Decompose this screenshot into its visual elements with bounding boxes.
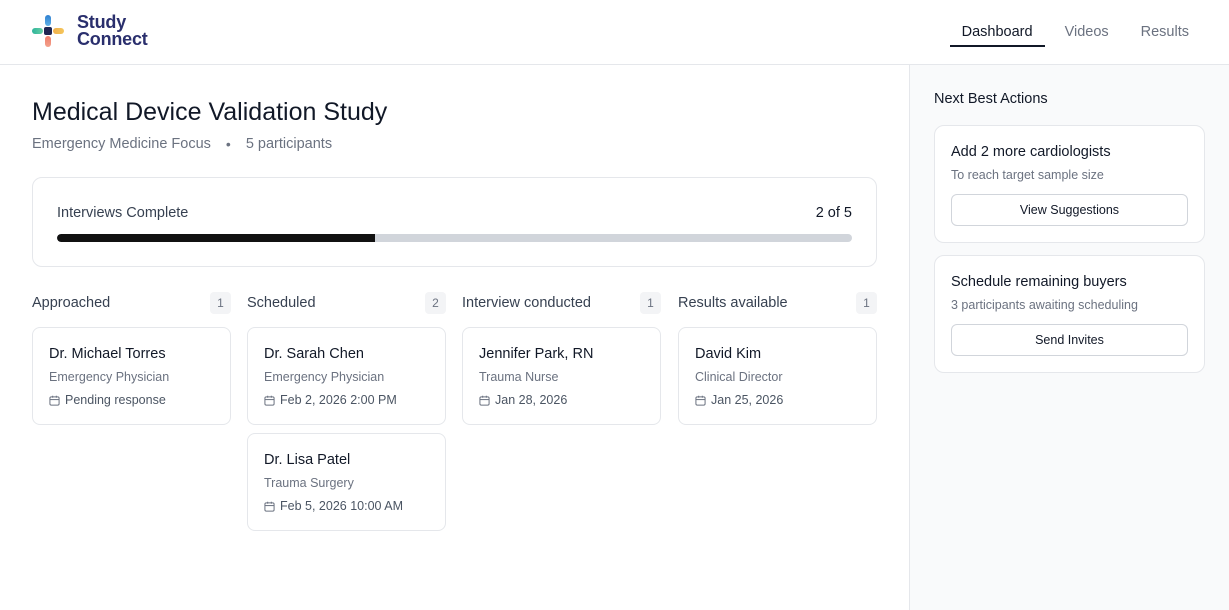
- column-title: Results available: [678, 295, 788, 311]
- participant-card[interactable]: Dr. Lisa Patel Trauma Surgery Feb 5, 202…: [247, 433, 446, 531]
- participant-name: Dr. Sarah Chen: [264, 346, 364, 362]
- nav-tab-videos[interactable]: Videos: [1053, 0, 1121, 64]
- participant-card[interactable]: David Kim Clinical Director Jan 25, 2026: [678, 327, 877, 425]
- participant-card[interactable]: Dr. Michael Torres Emergency Physician P…: [32, 327, 231, 425]
- action-card: Add 2 more cardiologists To reach target…: [934, 125, 1205, 243]
- column-count-badge: 1: [856, 292, 877, 314]
- participant-date: Feb 2, 2026 2:00 PM: [280, 393, 397, 407]
- participant-role: Emergency Physician: [49, 370, 170, 384]
- action-description: 3 participants awaiting scheduling: [951, 298, 1138, 312]
- column-header: Approached 1: [32, 291, 231, 315]
- participant-card[interactable]: Dr. Sarah Chen Emergency Physician Feb 2…: [247, 327, 446, 425]
- calendar-icon: [479, 395, 490, 406]
- progress-count: 2 of 5: [815, 205, 852, 221]
- progress-label: Interviews Complete: [57, 205, 189, 221]
- calendar-icon: [264, 395, 275, 406]
- cross-logo-icon: [32, 14, 64, 48]
- logo-text: Study Connect: [77, 13, 148, 49]
- participant-name: David Kim: [695, 346, 762, 362]
- participant-meta: Feb 5, 2026 10:00 AM: [264, 499, 403, 513]
- calendar-icon: [695, 395, 706, 406]
- participant-status: Pending response: [65, 393, 166, 407]
- sidebar-title: Next Best Actions: [934, 91, 1048, 107]
- pipeline-board: Approached 1 Dr. Michael Torres Emergenc…: [32, 291, 877, 571]
- action-title: Add 2 more cardiologists: [951, 144, 1111, 160]
- view-suggestions-button[interactable]: View Suggestions: [951, 194, 1188, 226]
- participant-meta: Jan 25, 2026: [695, 393, 783, 407]
- action-card: Schedule remaining buyers 3 participants…: [934, 255, 1205, 373]
- study-focus: Emergency Medicine Focus: [32, 136, 211, 152]
- participant-role: Trauma Surgery: [264, 476, 354, 490]
- participant-date: Jan 28, 2026: [495, 393, 568, 407]
- main-content: Medical Device Validation Study Emergenc…: [0, 65, 909, 610]
- column-approached: Approached 1 Dr. Michael Torres Emergenc…: [32, 291, 231, 425]
- column-interview-conducted: Interview conducted 1 Jennifer Park, RN …: [462, 291, 661, 425]
- next-actions-sidebar: Next Best Actions Add 2 more cardiologis…: [909, 65, 1229, 610]
- study-subtitle: Emergency Medicine Focus • 5 participant…: [32, 136, 332, 152]
- action-description: To reach target sample size: [951, 168, 1104, 182]
- participant-name: Dr. Michael Torres: [49, 346, 166, 362]
- participant-date: Jan 25, 2026: [711, 393, 784, 407]
- participant-meta: Pending response: [49, 393, 166, 407]
- column-count-badge: 2: [425, 292, 446, 314]
- participant-count: 5 participants: [245, 136, 333, 152]
- column-count-badge: 1: [640, 292, 661, 314]
- participant-meta: Feb 2, 2026 2:00 PM: [264, 393, 397, 407]
- main-nav: Dashboard Videos Results: [942, 0, 1201, 64]
- participant-role: Trauma Nurse: [479, 370, 559, 384]
- progress-bar: [57, 234, 852, 242]
- nav-tab-dashboard[interactable]: Dashboard: [949, 0, 1045, 64]
- column-header: Scheduled 2: [247, 291, 446, 315]
- logo-text-line2: Connect: [77, 29, 148, 49]
- column-header: Results available 1: [678, 291, 877, 315]
- logo[interactable]: Study Connect: [32, 13, 148, 49]
- action-title: Schedule remaining buyers: [951, 274, 1127, 290]
- participant-date: Feb 5, 2026 10:00 AM: [280, 499, 404, 513]
- column-results-available: Results available 1 David Kim Clinical D…: [678, 291, 877, 425]
- participant-card[interactable]: Jennifer Park, RN Trauma Nurse Jan 28, 2…: [462, 327, 661, 425]
- column-count-badge: 1: [210, 292, 231, 314]
- calendar-icon: [49, 395, 60, 406]
- nav-tab-results[interactable]: Results: [1129, 0, 1201, 64]
- top-header: Study Connect Dashboard Videos Results: [0, 0, 1229, 65]
- column-header: Interview conducted 1: [462, 291, 661, 315]
- progress-bar-fill: [57, 234, 375, 242]
- column-scheduled: Scheduled 2 Dr. Sarah Chen Emergency Phy…: [247, 291, 446, 531]
- send-invites-button[interactable]: Send Invites: [951, 324, 1188, 356]
- column-title: Interview conducted: [462, 295, 591, 311]
- calendar-icon: [264, 501, 275, 512]
- interviews-progress-card: Interviews Complete 2 of 5: [32, 177, 877, 267]
- participant-name: Jennifer Park, RN: [479, 346, 594, 362]
- participant-role: Clinical Director: [695, 370, 783, 384]
- column-title: Approached: [32, 295, 111, 311]
- column-title: Scheduled: [247, 295, 316, 311]
- participant-meta: Jan 28, 2026: [479, 393, 567, 407]
- subtitle-separator: •: [225, 136, 231, 152]
- page-title: Medical Device Validation Study: [32, 98, 388, 126]
- participant-role: Emergency Physician: [264, 370, 385, 384]
- participant-name: Dr. Lisa Patel: [264, 452, 351, 468]
